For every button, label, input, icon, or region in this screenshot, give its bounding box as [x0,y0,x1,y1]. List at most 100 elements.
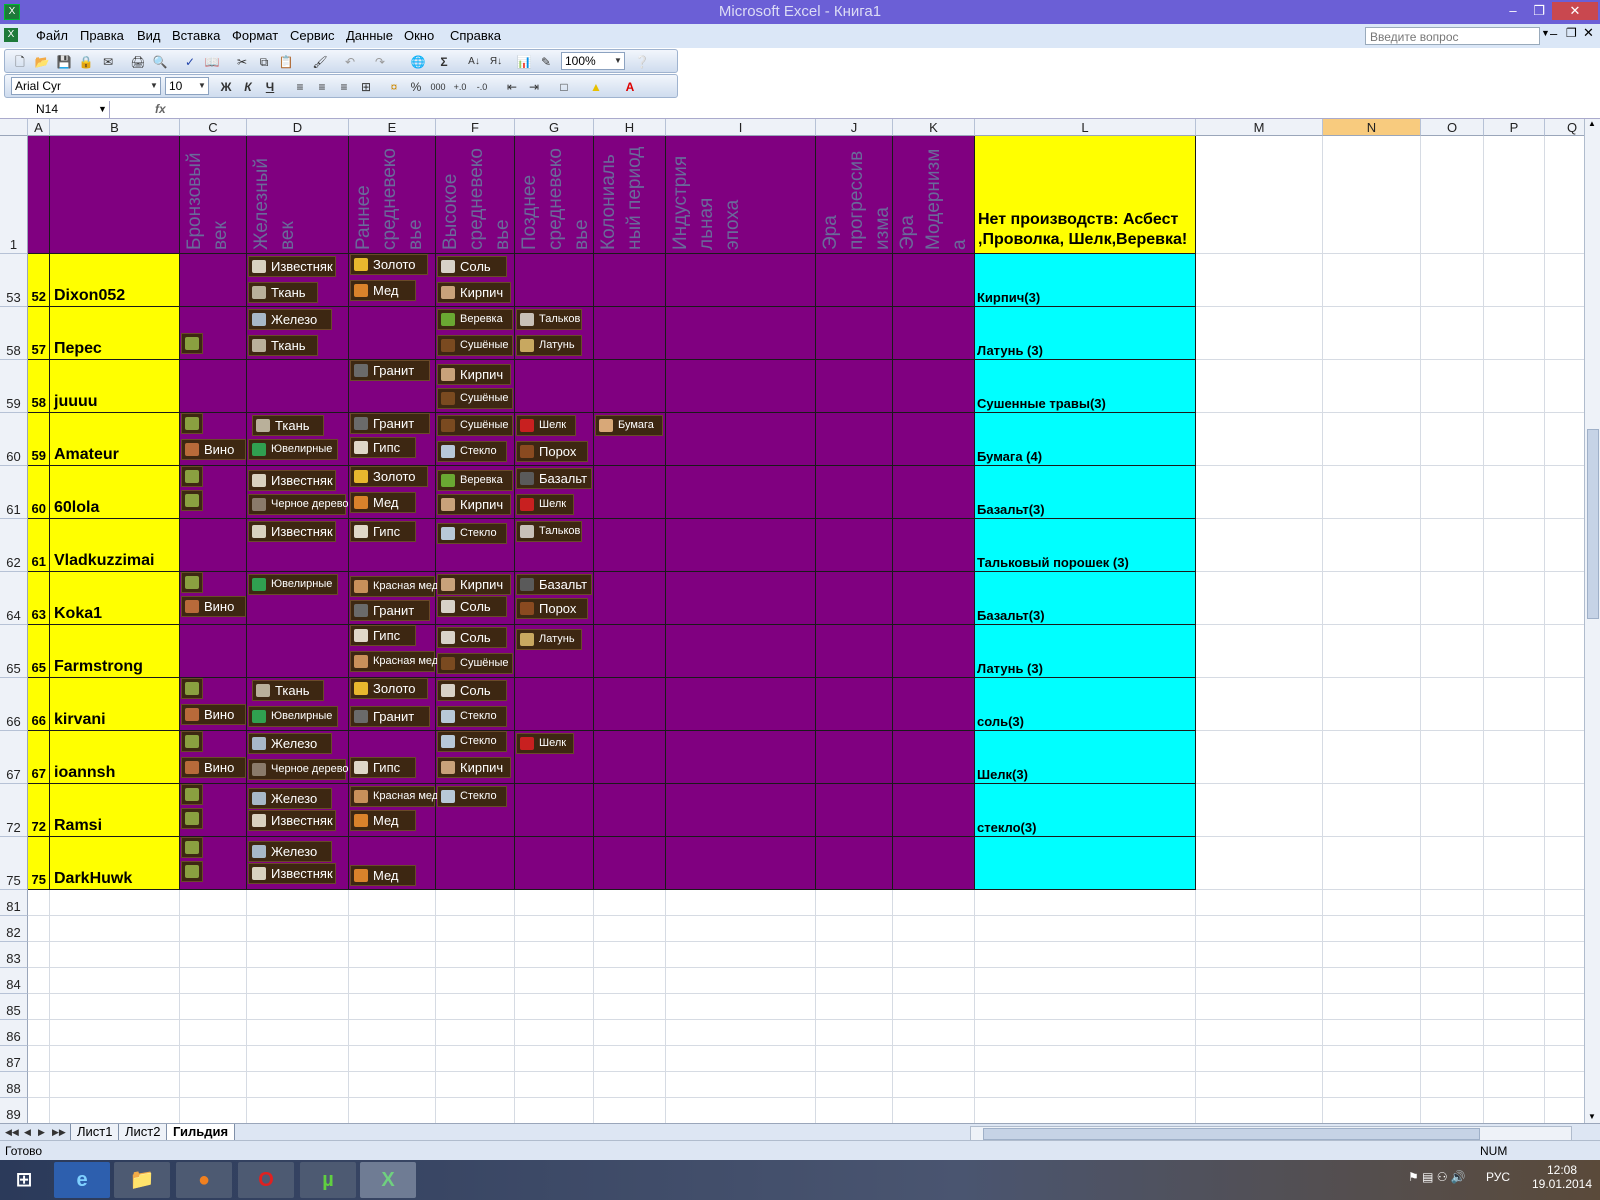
col-header-i[interactable]: I [666,119,816,136]
print-preview-icon[interactable]: 🔍 [151,53,169,71]
cell[interactable] [1484,994,1545,1020]
restore-icon[interactable]: ❐ [1526,2,1552,20]
row-header[interactable]: 72 [0,784,28,837]
cell[interactable] [1196,360,1323,413]
cell[interactable] [1196,307,1323,360]
cell[interactable] [1484,784,1545,837]
cell[interactable] [1196,625,1323,678]
cell[interactable] [180,1020,247,1046]
cell[interactable] [28,1046,50,1072]
cell[interactable] [247,890,349,916]
cell[interactable] [1545,678,1584,731]
col-header-l[interactable]: L [975,119,1196,136]
cell[interactable] [1196,572,1323,625]
cell[interactable] [180,942,247,968]
cell[interactable] [1323,572,1421,625]
doc-minimize-icon[interactable]: – [1550,26,1557,41]
cell[interactable] [349,942,436,968]
menu-format[interactable]: Формат [232,28,278,43]
align-right-icon[interactable]: ≡ [335,78,353,96]
cell[interactable] [50,1098,180,1123]
cell[interactable] [816,968,893,994]
permission-icon[interactable]: 🔒 [77,53,95,71]
row-header[interactable]: 58 [0,307,28,360]
cell[interactable] [180,1072,247,1098]
excel-taskbar-icon[interactable]: X [360,1162,416,1198]
doc-close-icon[interactable]: ✕ [1583,25,1594,41]
cell[interactable] [436,1072,515,1098]
cell[interactable] [1196,968,1323,994]
cell[interactable] [1323,1072,1421,1098]
firefox-icon[interactable]: ● [176,1162,232,1198]
row-header[interactable]: 84 [0,968,28,994]
row-header[interactable]: 82 [0,916,28,942]
cell[interactable] [1323,466,1421,519]
cell[interactable] [247,1098,349,1123]
cell[interactable] [1323,994,1421,1020]
cell[interactable] [893,916,975,942]
cell[interactable] [1323,678,1421,731]
cell[interactable] [1323,942,1421,968]
cell[interactable] [50,1020,180,1046]
row-header[interactable]: 53 [0,254,28,307]
cell[interactable] [1196,837,1323,890]
cell[interactable] [1323,1046,1421,1072]
cell[interactable] [1484,625,1545,678]
col-header-g[interactable]: G [515,119,594,136]
cell[interactable] [1545,1098,1584,1123]
col-header-o[interactable]: O [1421,119,1484,136]
cell[interactable] [1421,916,1484,942]
row-header[interactable]: 65 [0,625,28,678]
col-header-c[interactable]: C [180,119,247,136]
help-icon[interactable]: ❔ [633,53,651,71]
cell[interactable] [975,916,1196,942]
cell[interactable] [1545,519,1584,572]
row-header[interactable]: 67 [0,731,28,784]
cell[interactable] [1484,572,1545,625]
cut-icon[interactable]: ✂ [233,53,251,71]
minimize-icon[interactable]: – [1500,2,1526,20]
cell[interactable] [1484,413,1545,466]
cell[interactable] [975,994,1196,1020]
cell[interactable] [594,994,666,1020]
cell[interactable] [893,968,975,994]
cell[interactable] [816,1046,893,1072]
row-header[interactable]: 88 [0,1072,28,1098]
ie-icon[interactable]: e [54,1162,110,1198]
tray-icons[interactable]: ⚑ ▤ ⚇ 🔊 [1408,1170,1466,1184]
cell[interactable] [1545,968,1584,994]
email-icon[interactable]: ✉ [99,53,117,71]
cell[interactable] [594,1098,666,1123]
cell[interactable] [1196,519,1323,572]
cell[interactable] [594,916,666,942]
col-header-n[interactable]: N [1323,119,1421,136]
cell[interactable] [1421,994,1484,1020]
function-icon[interactable]: fx [155,101,166,118]
cell[interactable] [893,890,975,916]
fill-color-icon[interactable]: ▲ [587,78,605,96]
menu-insert[interactable]: Вставка [172,28,220,43]
cell[interactable] [1484,942,1545,968]
drawing-icon[interactable]: ✎ [537,53,555,71]
cell[interactable] [180,1046,247,1072]
cell[interactable] [1196,413,1323,466]
cell[interactable] [816,890,893,916]
name-box-dropdown-icon[interactable]: ▼ [98,101,107,118]
cell[interactable] [1421,890,1484,916]
cell[interactable] [1323,837,1421,890]
percent-button[interactable]: % [407,78,425,96]
row-header[interactable]: 66 [0,678,28,731]
cell[interactable] [1484,837,1545,890]
font-color-icon[interactable]: A [621,78,639,96]
cell[interactable] [247,1046,349,1072]
cell[interactable] [816,942,893,968]
horizontal-scroll-thumb[interactable] [983,1128,1480,1140]
col-header-p[interactable]: P [1484,119,1545,136]
row-header[interactable]: 87 [0,1046,28,1072]
cell[interactable] [975,1098,1196,1123]
cell[interactable] [1545,1046,1584,1072]
cell[interactable] [515,890,594,916]
undo-icon[interactable]: ↶ [341,53,359,71]
cell[interactable] [666,916,816,942]
cell[interactable] [1323,1098,1421,1123]
